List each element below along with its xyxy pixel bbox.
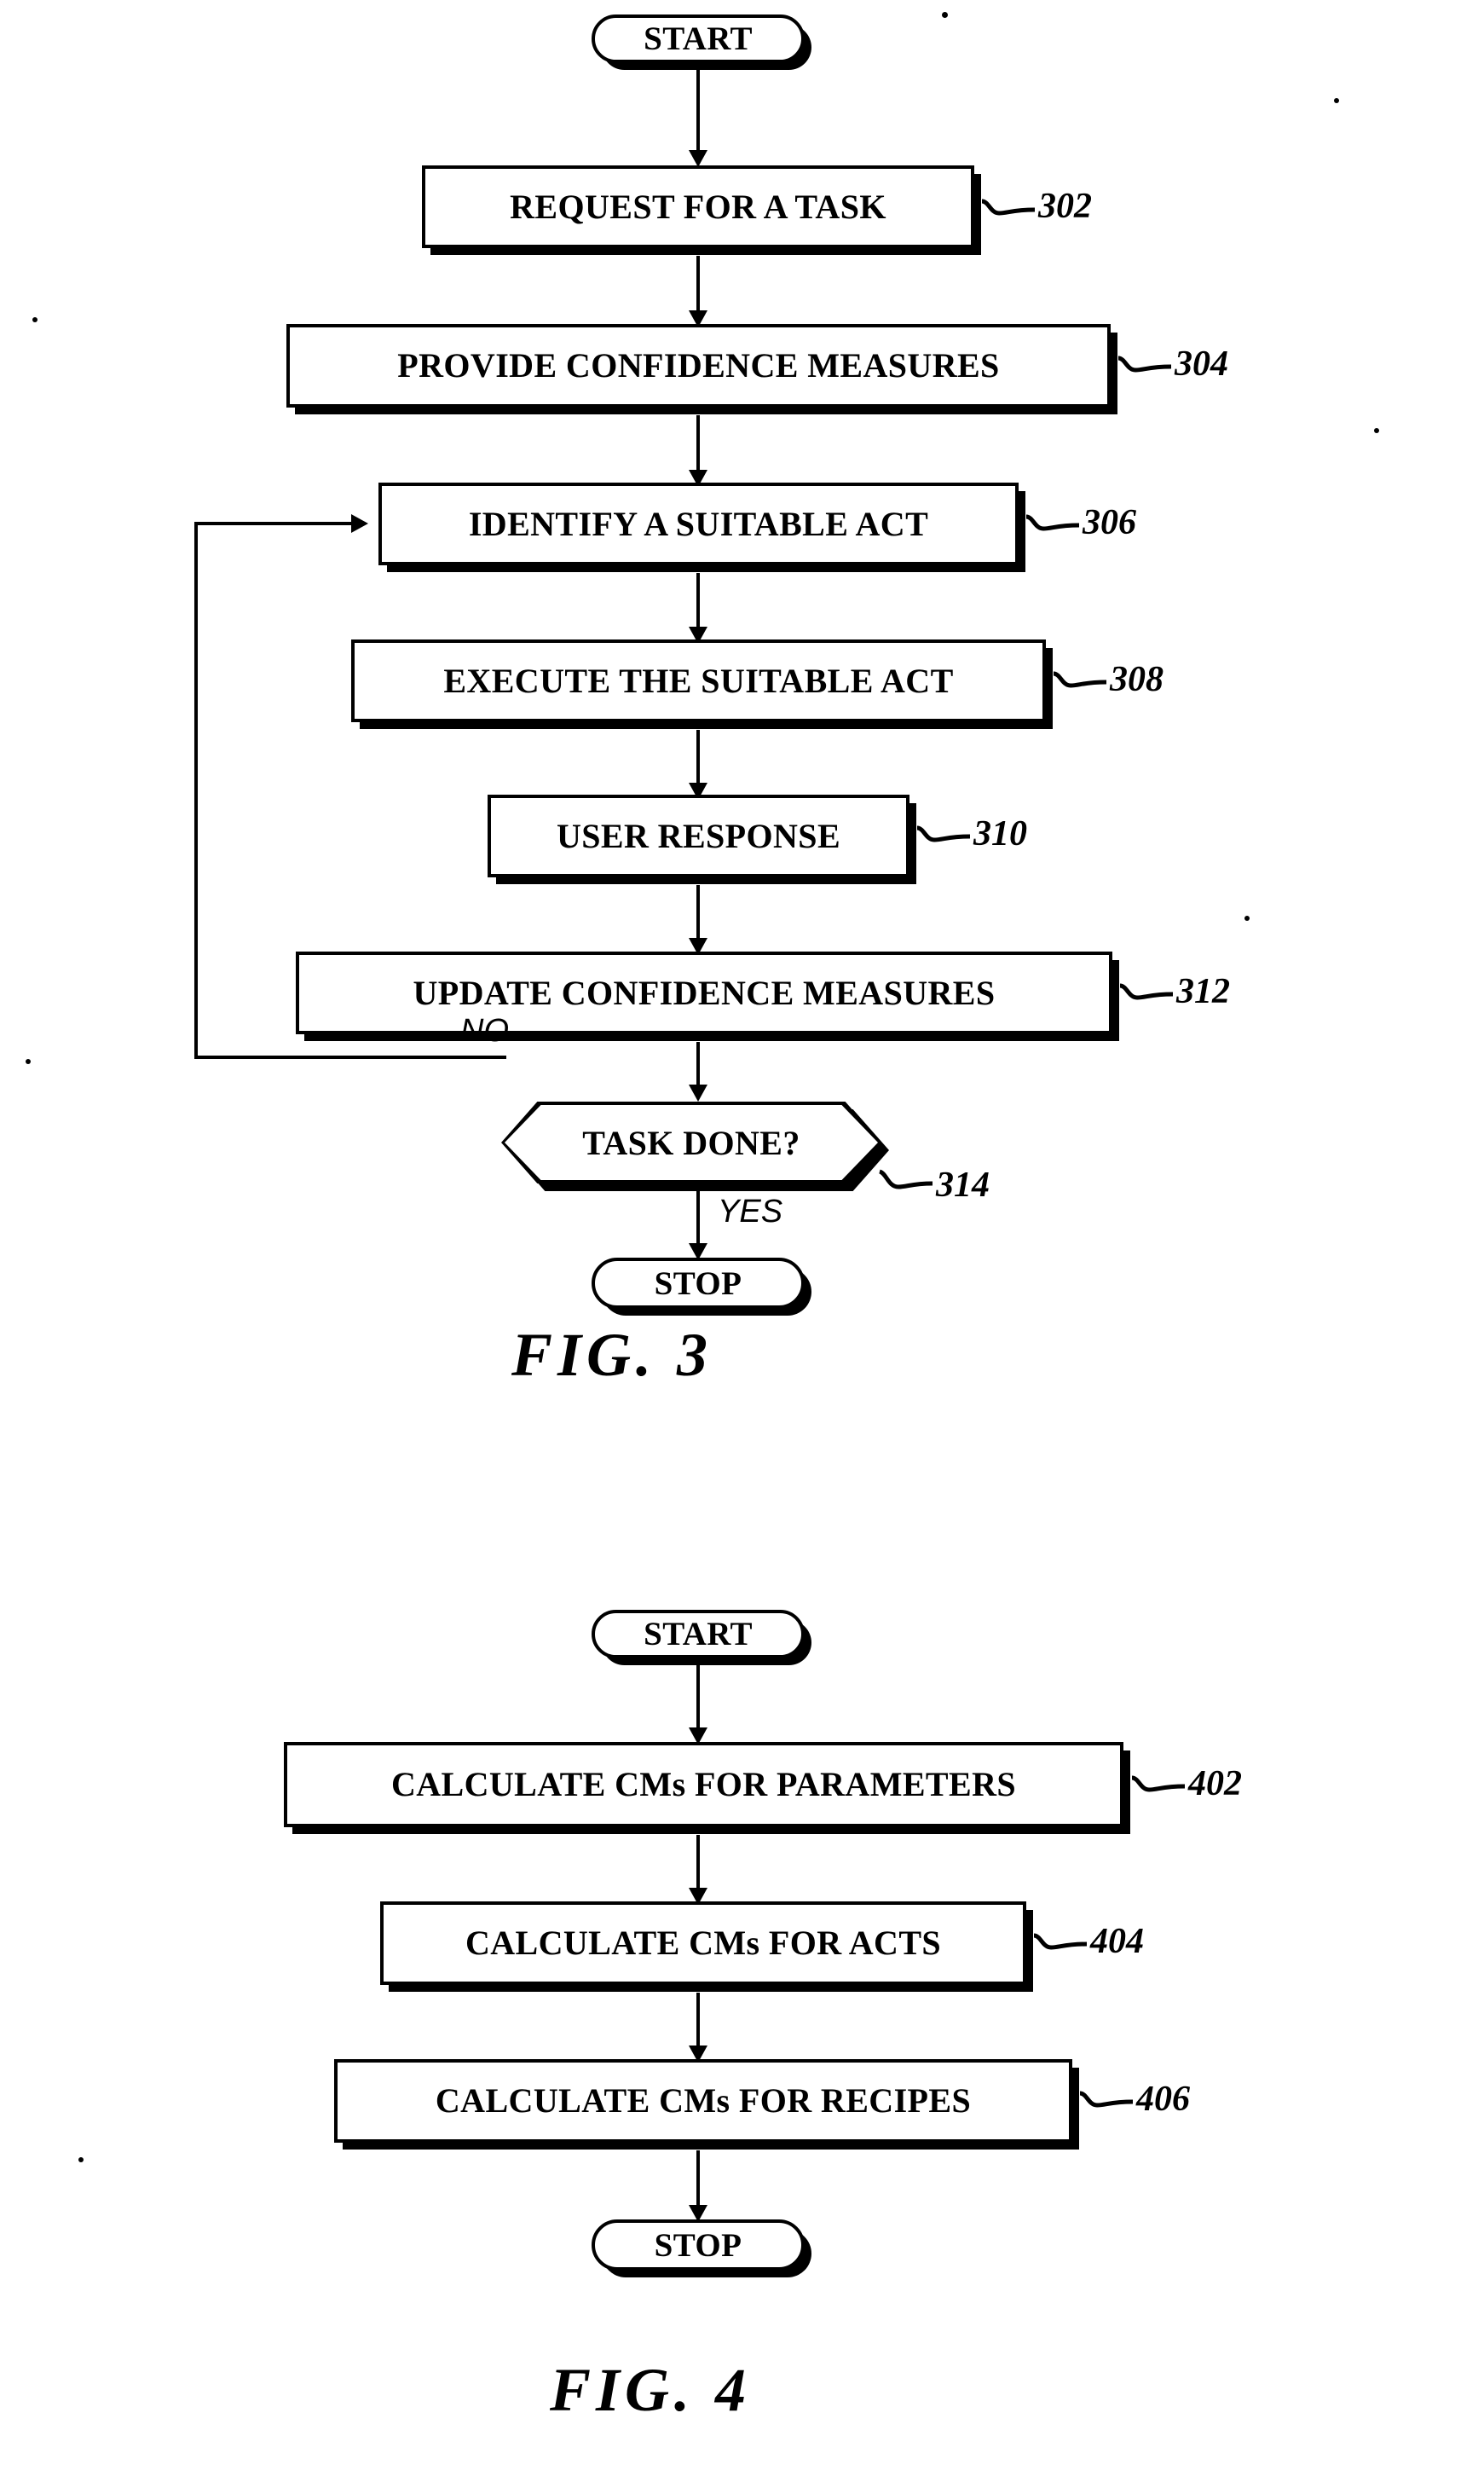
fig3-refnum-314: 314	[936, 1166, 990, 1205]
scan-artifact	[1374, 428, 1379, 433]
fig3-leader-306	[1025, 514, 1080, 531]
fig3-refnum-304: 304	[1175, 344, 1228, 384]
fig4-connector-start-to-402	[696, 1663, 700, 1735]
fig3-step-label-308: EXECUTE THE SUITABLE ACT	[443, 661, 954, 700]
fig3-decision-label-314: TASK DONE?	[582, 1123, 800, 1162]
fig3-refnum-312: 312	[1176, 972, 1230, 1011]
fig3-caption: FIG. 3	[511, 1321, 713, 1389]
fig4-step-box-402: CALCULATE CMs FOR PARAMETERS	[284, 1742, 1123, 1827]
fig3-step-box-306: IDENTIFY A SUITABLE ACT	[378, 483, 1019, 565]
fig4-leader-406	[1079, 2091, 1134, 2108]
fig3-connector-308-to-310	[696, 730, 700, 790]
fig3-start-terminal: START	[592, 14, 805, 63]
scan-artifact	[32, 317, 38, 322]
scan-artifact	[942, 12, 948, 18]
fig3-step-box-310: USER RESPONSE	[488, 795, 909, 877]
fig3-step-box-308: EXECUTE THE SUITABLE ACT	[351, 639, 1046, 722]
fig4-refnum-402: 402	[1188, 1764, 1242, 1803]
fig3-leader-308	[1053, 671, 1107, 688]
scan-artifact	[26, 1059, 31, 1064]
patent-drawing-sheet: START REQUEST FOR A TASK 302 PROVIDE CON…	[0, 0, 1484, 2465]
fig3-no-branch-horizontal	[194, 1056, 506, 1059]
fig3-leader-314	[878, 1169, 933, 1189]
fig3-decision-314-body: TASK DONE?	[501, 1102, 881, 1183]
scan-artifact	[1244, 916, 1250, 921]
fig3-stop-terminal-shape: STOP	[592, 1258, 805, 1309]
fig3-connector-302-to-304	[696, 256, 700, 318]
fig4-caption: FIG. 4	[550, 2356, 752, 2424]
fig4-step-label-406: CALCULATE CMs FOR RECIPES	[435, 2081, 972, 2120]
fig4-refnum-404: 404	[1090, 1922, 1144, 1961]
fig3-step-label-306: IDENTIFY A SUITABLE ACT	[468, 504, 929, 543]
fig3-refnum-302: 302	[1038, 187, 1092, 226]
fig3-connector-310-to-312	[696, 885, 700, 945]
fig4-connector-402-to-404	[696, 1835, 700, 1895]
fig3-step-box-312: UPDATE CONFIDENCE MEASURES	[296, 952, 1112, 1034]
fig4-leader-402	[1131, 1775, 1186, 1792]
fig4-leader-404	[1033, 1933, 1088, 1950]
fig3-refnum-308: 308	[1110, 660, 1164, 699]
fig3-connector-304-to-306	[696, 415, 700, 477]
fig3-leader-312	[1119, 983, 1174, 1000]
scan-artifact	[1334, 98, 1339, 103]
fig3-step-label-310: USER RESPONSE	[556, 816, 841, 855]
fig3-no-branch-vertical	[194, 522, 198, 1059]
fig3-start-label: START	[644, 20, 753, 57]
fig4-connector-406-to-stop	[696, 2150, 700, 2212]
fig3-step-label-302: REQUEST FOR A TASK	[510, 187, 886, 226]
fig3-leader-310	[916, 825, 971, 842]
fig3-stop-label: STOP	[654, 1264, 742, 1302]
fig3-connector-start-to-302	[696, 67, 700, 157]
fig3-no-branch-return-horizontal	[194, 522, 353, 525]
fig3-step-label-304: PROVIDE CONFIDENCE MEASURES	[397, 346, 1000, 385]
fig3-leader-302	[981, 199, 1036, 216]
fig3-branch-label-no: NO	[460, 1013, 509, 1049]
fig3-refnum-306: 306	[1083, 503, 1136, 542]
fig4-connector-404-to-406	[696, 1993, 700, 2052]
scan-artifact	[78, 2157, 84, 2162]
fig4-refnum-406: 406	[1136, 2080, 1190, 2119]
fig4-start-terminal: START	[592, 1610, 805, 1658]
fig3-step-box-304: PROVIDE CONFIDENCE MEASURES	[286, 324, 1111, 408]
fig3-arrowhead-312-to-314	[689, 1085, 707, 1102]
fig4-step-box-404: CALCULATE CMs FOR ACTS	[380, 1901, 1026, 1985]
fig3-arrowhead-start-to-302	[689, 150, 707, 167]
fig4-start-label: START	[644, 1616, 753, 1652]
fig3-connector-306-to-308	[696, 573, 700, 634]
fig4-stop-label: STOP	[654, 2226, 742, 2264]
fig4-stop-terminal: STOP	[592, 2219, 805, 2271]
fig3-arrowhead-no-to-306	[351, 514, 368, 533]
fig3-branch-label-yes: YES	[718, 1194, 783, 1230]
fig4-step-label-402: CALCULATE CMs FOR PARAMETERS	[390, 1765, 1017, 1803]
fig3-leader-304	[1117, 356, 1172, 373]
fig4-step-box-406: CALCULATE CMs FOR RECIPES	[334, 2059, 1072, 2143]
fig3-yes-branch-vertical	[696, 1183, 700, 1250]
fig3-refnum-310: 310	[973, 814, 1027, 853]
fig3-step-label-312: UPDATE CONFIDENCE MEASURES	[413, 973, 996, 1012]
fig4-step-label-404: CALCULATE CMs FOR ACTS	[465, 1924, 942, 1962]
fig3-step-box-302: REQUEST FOR A TASK	[422, 165, 974, 248]
